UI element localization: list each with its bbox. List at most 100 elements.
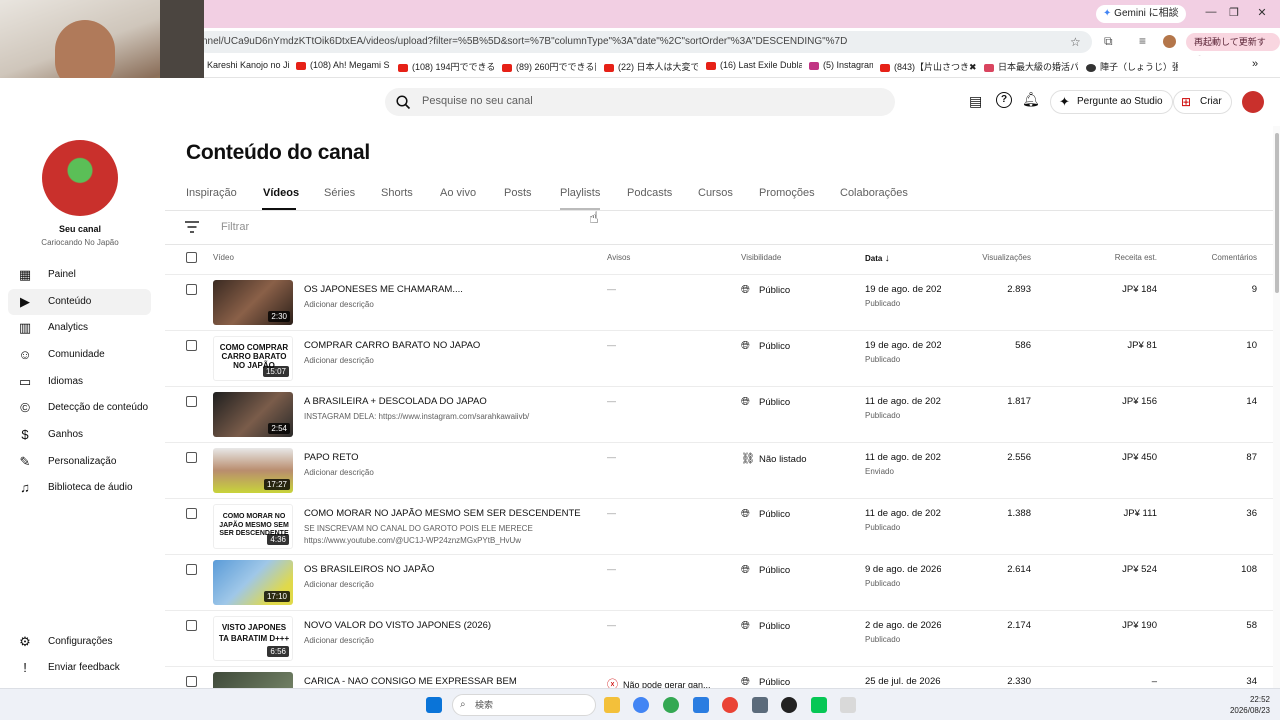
extensions-icon[interactable]: ⧉	[1104, 34, 1113, 49]
video-thumbnail[interactable]: 2:30	[213, 280, 293, 325]
table-row[interactable]: 17:10 OS BRASILEIROS NO JAPÃO Adicionar …	[165, 554, 1273, 610]
visibility-value[interactable]: 🌐︎ Público	[741, 396, 790, 409]
sidebar-item-deteccao[interactable]: © Detecção de conteúdo	[8, 395, 151, 421]
row-checkbox[interactable]	[186, 564, 197, 575]
close-icon[interactable]: ✕	[1252, 6, 1272, 19]
sidebar-item-comunidade[interactable]: ☺ Comunidade	[8, 342, 151, 368]
filter-icon[interactable]	[185, 221, 199, 233]
sidebar-item-biblioteca-audio[interactable]: ♫ Biblioteca de áudio	[8, 475, 151, 501]
video-title[interactable]: COMPRAR CARRO BARATO NO JAPAO	[304, 340, 480, 351]
star-icon[interactable]: ☆	[1070, 35, 1081, 49]
video-thumbnail[interactable]: VISTO JAPONES TA BARATIM D+++ 6:56	[213, 616, 293, 661]
row-checkbox[interactable]	[186, 452, 197, 463]
column-header-comentarios[interactable]: Comentários	[1175, 253, 1257, 262]
bookmark-item[interactable]: (22) 日本人は大変で...	[604, 60, 698, 73]
notepad-icon[interactable]	[693, 697, 709, 713]
video-thumbnail[interactable]: COMO COMPRAR CARRO BARATO NO JAPÃO 15:07	[213, 336, 293, 381]
select-all-checkbox[interactable]	[186, 252, 197, 263]
tab-colaboracoes[interactable]: Colaborações	[840, 187, 908, 199]
video-title[interactable]: NOVO VALOR DO VISTO JAPONES (2026)	[304, 620, 491, 631]
bookmark-item[interactable]: (89) 260円でできる簡...	[502, 60, 596, 73]
video-title[interactable]: COMO MORAR NO JAPÃO MESMO SEM SER DESCEN…	[304, 508, 581, 519]
table-row[interactable]: COMO COMPRAR CARRO BARATO NO JAPÃO 15:07 …	[165, 330, 1273, 386]
notifications-icon[interactable]: 🔔︎	[1022, 91, 1040, 108]
tab-podcasts[interactable]: Podcasts	[627, 187, 672, 199]
tab-ao-vivo[interactable]: Ao vivo	[440, 187, 476, 199]
tab-series[interactable]: Séries	[324, 187, 355, 199]
bookmark-item[interactable]: (108) 194円でできる...	[398, 60, 494, 73]
row-checkbox[interactable]	[186, 396, 197, 407]
visibility-value[interactable]: ⛓︎ Não listado	[741, 452, 807, 465]
bookmark-item[interactable]: 日本最大級の婚活パ...	[984, 60, 1078, 73]
video-title[interactable]: PAPO RETO	[304, 452, 359, 463]
scrollbar-thumb[interactable]	[1275, 133, 1279, 293]
chrome-icon[interactable]	[722, 697, 738, 713]
tab-promocoes[interactable]: Promoções	[759, 187, 815, 199]
bookmark-item[interactable]: (108) Ah! Megami S...	[296, 60, 390, 70]
video-title[interactable]: OS BRASILEIROS NO JAPÃO	[304, 564, 434, 575]
help-icon[interactable]: ?	[996, 92, 1012, 108]
table-row[interactable]: VISTO JAPONES TA BARATIM D+++ 6:56 NOVO V…	[165, 610, 1273, 666]
more-bookmarks-icon[interactable]: »	[1252, 58, 1258, 70]
visibility-value[interactable]: 🌐︎ Público	[741, 284, 790, 297]
calendar-icon[interactable]	[840, 697, 856, 713]
column-header-visibilidade[interactable]: Visibilidade	[741, 253, 781, 262]
account-avatar[interactable]	[1242, 91, 1264, 113]
bookmark-item[interactable]: 陣子（しょうじ）張替...	[1086, 60, 1178, 73]
tab-videos[interactable]: Vídeos	[263, 187, 299, 199]
tab-posts[interactable]: Posts	[504, 187, 532, 199]
line-icon[interactable]	[811, 697, 827, 713]
table-row[interactable]: COMO MORAR NO JAPÃO MESMO SEM SER DESCEN…	[165, 498, 1273, 554]
maximize-icon[interactable]: ❐	[1224, 6, 1244, 19]
tab-cursos[interactable]: Cursos	[698, 187, 733, 199]
windows-start-icon[interactable]	[426, 697, 442, 713]
row-checkbox[interactable]	[186, 676, 197, 687]
bookmark-item[interactable]: (16) Last Exile Dubla...	[706, 60, 802, 70]
gemini-button[interactable]: ✦ Gemini に相談	[1096, 5, 1186, 23]
address-bar[interactable]: nnel/UCa9uD6nYmdzKTtOik6DtxEA/videos/upl…	[196, 31, 1092, 53]
sidebar-item-feedback[interactable]: ! Enviar feedback	[8, 655, 151, 681]
channel-avatar[interactable]	[42, 140, 118, 216]
row-checkbox[interactable]	[186, 284, 197, 295]
tab-inspiracao[interactable]: Inspiração	[186, 187, 237, 199]
video-title[interactable]: A BRASILEIRA + DESCOLADA DO JAPAO	[304, 396, 487, 407]
video-title[interactable]: CARICA - NAO CONSIGO ME EXPRESSAR BEM	[304, 676, 517, 687]
bookmark-item[interactable]: (843)【片山さつき✖...	[880, 60, 976, 73]
column-header-visualizacoes[interactable]: Visualizações	[945, 253, 1031, 262]
file-explorer-icon[interactable]	[604, 697, 620, 713]
channel-search[interactable]: Pesquise no seu canal	[385, 88, 895, 116]
bookmark-item[interactable]: Kareshi Kanojo no Ji...	[207, 60, 289, 70]
row-checkbox[interactable]	[186, 508, 197, 519]
visibility-value[interactable]: 🌐︎ Público	[741, 508, 790, 521]
visibility-value[interactable]: 🌐︎ Público	[741, 564, 790, 577]
sidebar-item-painel[interactable]: ▦ Painel	[8, 262, 151, 288]
video-thumbnail[interactable]: 17:27	[213, 448, 293, 493]
row-checkbox[interactable]	[186, 620, 197, 631]
visibility-value[interactable]: 🌐︎ Público	[741, 340, 790, 353]
table-row[interactable]: 2:30 OS JAPONESES ME CHAMARAM.... Adicio…	[165, 274, 1273, 330]
filter-input[interactable]: Filtrar	[221, 221, 249, 233]
column-header-receita[interactable]: Receita est.	[1065, 253, 1157, 262]
table-row[interactable]: CARICA - NAO CONSIGO ME EXPRESSAR BEM ⓧ N…	[165, 666, 1273, 688]
bookmark-item[interactable]: (5) Instagram	[809, 60, 873, 70]
media-icon[interactable]: ≡	[1139, 34, 1146, 48]
visibility-value[interactable]: 🌐︎ Público	[741, 620, 790, 633]
sidebar-item-configuracoes[interactable]: ⚙ Configurações	[8, 629, 151, 655]
create-button[interactable]: ⊞ Criar	[1173, 90, 1232, 114]
video-thumbnail[interactable]: 17:10	[213, 560, 293, 605]
taskbar-clock[interactable]: 22:52 2026/08/23	[1222, 694, 1270, 716]
obs-icon[interactable]	[781, 697, 797, 713]
video-thumbnail[interactable]: COMO MORAR NO JAPÃO MESMO SEM SER DESCEN…	[213, 504, 293, 549]
table-row[interactable]: 2:54 A BRASILEIRA + DESCOLADA DO JAPAO I…	[165, 386, 1273, 442]
minimize-icon[interactable]: —	[1201, 6, 1221, 18]
taskbar-search[interactable]: ⌕ 検索	[452, 694, 596, 716]
chrome-icon[interactable]	[633, 697, 649, 713]
chrome-icon[interactable]	[663, 697, 679, 713]
tab-shorts[interactable]: Shorts	[381, 187, 413, 199]
visibility-value[interactable]: 🌐︎ Público	[741, 676, 790, 688]
captions-icon[interactable]: ▤	[969, 93, 982, 110]
video-thumbnail[interactable]	[213, 672, 293, 688]
profile-avatar[interactable]	[1163, 35, 1176, 48]
calculator-icon[interactable]	[752, 697, 768, 713]
sidebar-item-ganhos[interactable]: $ Ganhos	[8, 422, 151, 448]
